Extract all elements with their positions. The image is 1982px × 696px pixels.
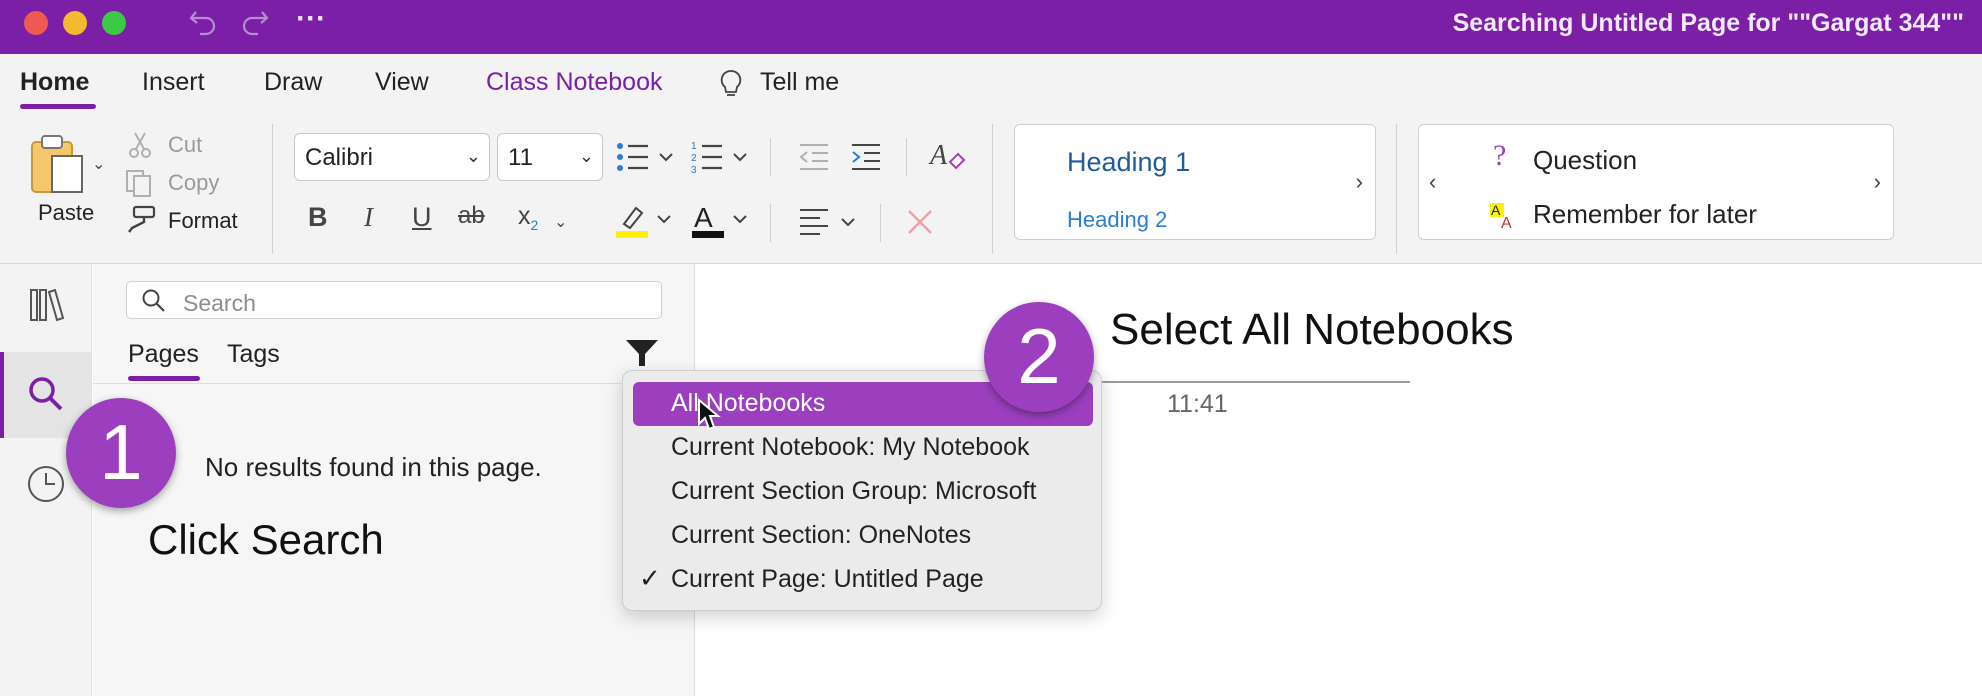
subscript-small-label: 2 (530, 217, 539, 233)
font-size-value: 11 (508, 144, 533, 171)
question-tag[interactable]: Question (1533, 145, 1637, 176)
tab-class-notebook[interactable]: Class Notebook (486, 68, 662, 97)
increase-indent-icon[interactable] (850, 142, 882, 177)
svg-text:A: A (1501, 215, 1512, 231)
tab-view[interactable]: View (375, 68, 429, 97)
divider (770, 138, 771, 176)
zoom-window-button[interactable] (102, 11, 126, 35)
copy-icon (124, 168, 154, 203)
scissors-icon (126, 130, 154, 165)
step2-badge: 2 (984, 302, 1094, 412)
page-timestamp: 11:41 (1167, 390, 1228, 418)
divider (770, 204, 771, 242)
decrease-indent-icon[interactable] (798, 142, 830, 177)
tab-pages[interactable]: Pages (128, 340, 199, 369)
font-name-combo[interactable]: Calibri ⌄ (294, 133, 490, 181)
remember-tag[interactable]: Remember for later (1533, 199, 1757, 230)
ribbon: Home Insert Draw View Class Notebook Tel… (0, 54, 1982, 264)
divider (906, 138, 907, 176)
tab-home[interactable]: Home (20, 68, 89, 97)
paste-icon[interactable] (28, 132, 90, 201)
menu-item-current-section[interactable]: Current Section: OneNotes (671, 521, 971, 550)
menu-item-current-section-group[interactable]: Current Section Group: Microsoft (671, 477, 1036, 506)
redo-icon[interactable] (240, 6, 270, 48)
filter-icon[interactable] (624, 338, 660, 373)
strikethrough-button[interactable]: ab (458, 202, 485, 230)
window-title: Searching Untitled Page for ""Gargat 344… (1452, 9, 1964, 37)
tab-home-underline (20, 104, 96, 109)
subscript-chevron-icon[interactable]: ⌄ (554, 212, 567, 232)
tab-tags[interactable]: Tags (227, 340, 280, 369)
search-icon (141, 288, 167, 319)
more-icon[interactable]: ··· (296, 2, 326, 36)
menu-item-current-page[interactable]: Current Page: Untitled Page (671, 565, 984, 594)
clear-formatting-icon[interactable]: A (928, 136, 968, 181)
chevron-down-icon: ⌄ (578, 146, 594, 166)
bold-button[interactable]: B (308, 202, 328, 233)
search-placeholder: Search (183, 290, 256, 316)
subscript-button[interactable]: x2 (518, 202, 538, 233)
svg-text:2: 2 (691, 153, 697, 164)
tags-gallery[interactable]: ‹ ? Question AA Remember for later › (1418, 124, 1894, 240)
step1-caption: Click Search (148, 516, 384, 563)
highlighter-icon[interactable] (614, 202, 674, 245)
no-results-message: No results found in this page. (205, 452, 542, 482)
chevron-down-icon: ⌄ (465, 146, 481, 166)
chevron-right-icon[interactable]: › (1356, 169, 1363, 195)
chevron-right-icon[interactable]: › (1874, 169, 1881, 195)
format-painter-icon (124, 204, 158, 239)
search-icon (26, 374, 66, 419)
delete-icon[interactable] (904, 206, 936, 243)
title-bar: ··· Searching Untitled Page for ""Gargat… (0, 0, 1982, 54)
mouse-cursor-icon (697, 397, 721, 437)
paste-button[interactable]: Paste (38, 200, 94, 226)
tab-pages-underline (128, 376, 200, 381)
tab-insert[interactable]: Insert (142, 68, 205, 97)
styles-gallery[interactable]: Heading 1 Heading 2 › (1014, 124, 1376, 240)
subscript-label: x (518, 202, 531, 230)
remember-icon: AA (1489, 201, 1519, 236)
search-input[interactable]: Search (126, 281, 662, 319)
numbered-list-icon[interactable]: 123 (690, 140, 754, 179)
menu-item-all-notebooks[interactable]: All Notebooks (671, 389, 825, 418)
tab-tell-me[interactable]: Tell me (760, 68, 839, 97)
heading2-style[interactable]: Heading 2 (1067, 207, 1167, 233)
font-name-value: Calibri (305, 144, 374, 171)
checkmark-icon: ✓ (639, 563, 661, 593)
question-icon: ? (1493, 139, 1507, 172)
page-title: Select All Notebooks (1110, 305, 1514, 354)
menu-item-current-notebook[interactable]: Current Notebook: My Notebook (671, 433, 1030, 462)
font-color-icon[interactable]: A (690, 200, 750, 245)
divider (992, 124, 993, 254)
divider (880, 204, 881, 242)
heading1-style[interactable]: Heading 1 (1067, 147, 1190, 178)
paste-options-chevron-icon[interactable]: ⌄ (92, 154, 105, 174)
chevron-left-icon[interactable]: ‹ (1429, 169, 1436, 195)
underline-button[interactable]: U (412, 202, 432, 233)
notebooks-icon[interactable] (28, 286, 66, 329)
cut-button[interactable]: Cut (168, 132, 202, 158)
svg-text:A: A (694, 202, 713, 233)
undo-icon[interactable] (188, 6, 218, 48)
svg-text:A: A (928, 140, 948, 171)
lightbulb-icon (718, 68, 744, 105)
divider (1396, 124, 1397, 254)
svg-text:A: A (1491, 202, 1501, 218)
step1-badge: 1 (66, 398, 176, 508)
copy-button[interactable]: Copy (168, 170, 219, 196)
divider (93, 383, 695, 384)
page-title-underline (1100, 381, 1410, 383)
divider (272, 124, 273, 254)
bullet-list-icon[interactable] (614, 140, 678, 179)
svg-text:3: 3 (691, 165, 697, 174)
tab-draw[interactable]: Draw (264, 68, 322, 97)
font-size-combo[interactable]: 11 ⌄ (497, 133, 603, 181)
recent-clock-icon[interactable] (26, 464, 66, 509)
close-window-button[interactable] (24, 11, 48, 35)
align-icon[interactable] (798, 206, 860, 243)
format-painter-button[interactable]: Format (168, 208, 238, 234)
svg-text:1: 1 (691, 141, 697, 152)
minimize-window-button[interactable] (63, 11, 87, 35)
italic-button[interactable]: I (364, 202, 373, 233)
